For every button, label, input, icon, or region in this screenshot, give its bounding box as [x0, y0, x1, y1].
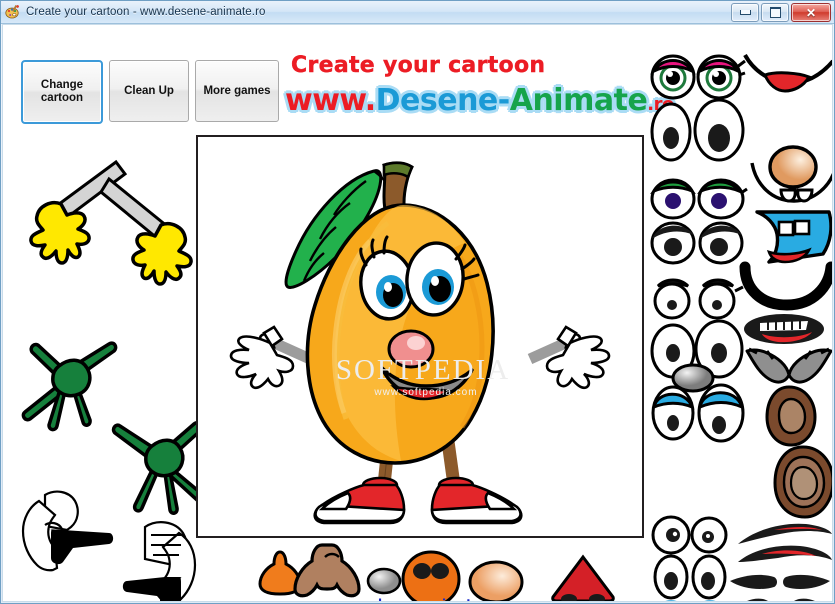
- svg-text:SOFTPEDIA: SOFTPEDIA: [336, 354, 510, 386]
- palette-item-mouth-black-teeth-red-tongue[interactable]: [742, 312, 826, 346]
- palette-item-gray-ball-nose[interactable]: [366, 567, 402, 595]
- palette-item-eyebrows-black-flat[interactable]: [728, 573, 832, 595]
- clean-up-label: Clean Up: [124, 84, 174, 97]
- close-button[interactable]: ✕: [791, 3, 831, 22]
- palette-item-eyes-asymmetric-gray-nose[interactable]: [649, 319, 747, 393]
- palette-item-eyes-large-oval-black-pupil[interactable]: [649, 98, 747, 162]
- palette-item-brown-wide-nose[interactable]: [293, 543, 361, 599]
- logo-animate: Animate: [509, 83, 648, 118]
- palette-item-ear-brown-small[interactable]: [763, 385, 819, 447]
- palette-item-eyebrows-black-red-highlight-2[interactable]: [736, 545, 832, 570]
- cartoon-character: SOFTPEDIA www.softpedia.com: [229, 161, 611, 525]
- application-window: Create your cartoon - www.desene-animate…: [0, 0, 835, 604]
- logo-desene: Desene-: [375, 83, 511, 118]
- palette-item-eyes-round-white[interactable]: [651, 515, 731, 555]
- logo-www: www.: [285, 83, 376, 118]
- palette-item-eyes-pink-shadow-green-iris[interactable]: [649, 53, 746, 103]
- palette-item-eyes-oval-black-pupil[interactable]: [651, 554, 731, 600]
- minimize-icon: [739, 10, 751, 15]
- palette-item-orange-round-nose-nostrils[interactable]: [401, 550, 461, 601]
- client-area: Change cartoon Clean Up More games Creat…: [2, 24, 833, 602]
- logo-url: www.Desene-Animate.ro: [285, 83, 674, 118]
- palette-item-yellow-glove-arm-right[interactable]: [99, 176, 211, 286]
- window-controls: ✕: [731, 3, 831, 22]
- clean-up-button[interactable]: Clean Up: [109, 60, 189, 122]
- drawing-canvas[interactable]: SOFTPEDIA www.softpedia.com: [196, 135, 644, 538]
- logo-tagline: Create your cartoon: [291, 53, 546, 78]
- change-cartoon-label-line1: Change: [40, 79, 84, 91]
- site-footer-link[interactable]: www.desene-animate.ro: [3, 597, 832, 601]
- change-cartoon-button[interactable]: Change cartoon: [21, 60, 103, 124]
- site-logo[interactable]: Create your cartoon www.Desene-Animate.r…: [285, 53, 674, 123]
- maximize-button[interactable]: [761, 3, 789, 22]
- palette-item-eyebrows-black-red-highlight[interactable]: [736, 522, 832, 546]
- palette-brush-icon: [5, 4, 21, 20]
- window-title: Create your cartoon - www.desene-animate…: [26, 6, 266, 18]
- palette-item-eyes-heavy-black-lid[interactable]: [649, 217, 747, 267]
- more-games-button[interactable]: More games: [195, 60, 279, 122]
- palette-item-mouth-open-teeth-blue[interactable]: [753, 210, 832, 264]
- palette-item-eyebrows-gray-bushy[interactable]: [743, 347, 832, 389]
- minimize-button[interactable]: [731, 3, 759, 22]
- palette-item-ear-brown-large[interactable]: [773, 445, 832, 519]
- svg-text:www.softpedia.com: www.softpedia.com: [373, 387, 477, 398]
- more-games-label: More games: [203, 84, 271, 97]
- palette-item-red-triangle-nose[interactable]: [551, 554, 615, 601]
- palette-item-white-fist-black-sleeve-left[interactable]: [9, 485, 119, 590]
- palette-item-eyes-small-brow-dot[interactable]: [649, 273, 747, 321]
- change-cartoon-label-line2: cartoon: [40, 92, 84, 104]
- palette-item-mouth-black-arc-frown[interactable]: [739, 261, 832, 311]
- palette-item-peach-oval-nose[interactable]: [468, 560, 524, 601]
- maximize-icon: [769, 7, 781, 18]
- palette-item-eyes-green-shadow-blue-iris[interactable]: [649, 173, 748, 221]
- title-bar: Create your cartoon - www.desene-animate…: [1, 1, 834, 24]
- palette-item-eyes-blue-lid[interactable]: [649, 383, 745, 443]
- palette-item-nose-peach-oval-with-teeth[interactable]: [748, 145, 832, 217]
- palette-item-mouth-smile-red-lips[interactable]: [743, 53, 832, 97]
- close-icon: ✕: [805, 5, 817, 20]
